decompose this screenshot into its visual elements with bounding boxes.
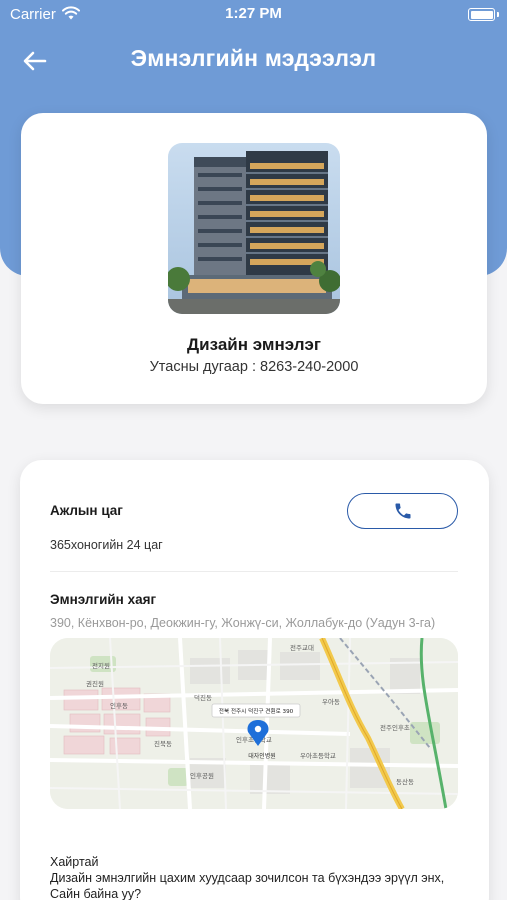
hospital-card: Дизайн эмнэлэг Утасны дугаар : 8263-240-… bbox=[21, 113, 487, 404]
map-place-label: 우아초등학교 bbox=[300, 751, 336, 760]
map-view[interactable]: 전지원 권진원 인후동 전주교대 진북동 덕진동 우아동 인후초등학교 우아초등… bbox=[50, 638, 458, 809]
map-place-label: 권진원 bbox=[86, 679, 104, 688]
map-place-label: 전주교대 bbox=[290, 643, 314, 652]
map-place-label: 우아동 bbox=[322, 697, 340, 706]
hospital-photo bbox=[168, 143, 340, 314]
phone-icon bbox=[395, 503, 410, 519]
greeting-line: Дизайн эмнэлгийн цахим хуудсаар зочилсон… bbox=[50, 871, 445, 885]
address-label: Эмнэлгийн хаяг bbox=[50, 592, 157, 607]
map-place-label: 전주인후초 bbox=[380, 723, 410, 732]
map-callout: 전북 전주시 덕진구 견훤로 390 bbox=[219, 707, 294, 715]
divider bbox=[50, 571, 458, 572]
greeting-text: Хайртай Дизайн эмнэлгийн цахим хуудсаар … bbox=[50, 854, 470, 900]
map-pin-label: 대자인병원 bbox=[248, 752, 276, 760]
battery-icon bbox=[468, 8, 495, 21]
page-title: Эмнэлгийн мэдээлэл bbox=[130, 45, 377, 71]
greeting-line: Хайртай bbox=[50, 855, 99, 869]
map-place-label: 인후동 bbox=[110, 701, 128, 710]
greeting-line: Сайн байна уу? bbox=[50, 887, 142, 900]
map-place-label: 전지원 bbox=[92, 661, 110, 670]
status-bar: Carrier 1:27 PM bbox=[0, 0, 507, 28]
status-time: 1:27 PM bbox=[225, 5, 282, 22]
work-hours-label: Ажлын цаг bbox=[50, 503, 123, 518]
info-card: Ажлын цаг 365хоногийн 24 цаг Эмнэлгийн х… bbox=[20, 460, 489, 900]
hospital-name: Дизайн эмнэлэг bbox=[187, 335, 321, 354]
map-place-label: 덕진동 bbox=[194, 693, 212, 702]
call-button[interactable] bbox=[347, 493, 458, 529]
battery-tip bbox=[497, 12, 499, 17]
hospital-phone: Утасны дугаар : 8263-240-2000 bbox=[149, 359, 359, 375]
map-place-label: 진북동 bbox=[154, 739, 172, 748]
map-place-label: 인후공원 bbox=[190, 771, 214, 780]
address-value: 390, Кёнхвон-ро, Деокжин-гу, Жонжү-си, Ж… bbox=[50, 616, 436, 630]
map-place-label: 동산동 bbox=[396, 777, 414, 786]
work-hours-value: 365хоногийн 24 цаг bbox=[50, 538, 163, 552]
